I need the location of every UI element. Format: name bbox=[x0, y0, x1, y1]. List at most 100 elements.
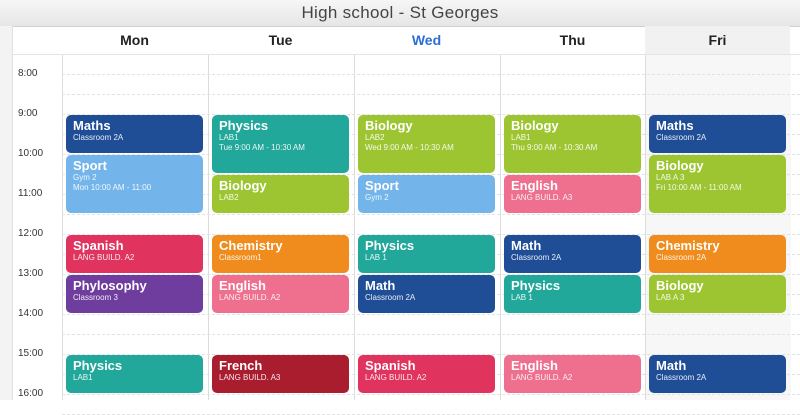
event-title: Physics bbox=[511, 278, 561, 293]
event-location: Classroom 3 bbox=[73, 293, 118, 302]
event-block[interactable]: Chemistry Classroom1 bbox=[212, 235, 349, 273]
event-block[interactable]: Biology LAB A 3 Fri 10:00 AM - 11:00 AM bbox=[649, 155, 786, 213]
event-title: Math bbox=[365, 278, 396, 293]
day-header-mon[interactable]: Mon bbox=[62, 26, 207, 54]
event-block[interactable]: English LANG BUILD. A3 bbox=[504, 175, 641, 213]
event-block[interactable]: Biology LAB2 bbox=[212, 175, 349, 213]
event-block[interactable]: Maths Classroom 2A bbox=[66, 115, 203, 153]
day-column bbox=[645, 54, 791, 400]
event-time-range: Mon 10:00 AM - 11:00 bbox=[73, 183, 152, 192]
event-title: Physics bbox=[219, 118, 269, 133]
day-header-tue[interactable]: Tue bbox=[208, 26, 353, 54]
hour-gridline bbox=[62, 394, 800, 395]
time-label: 10:00 bbox=[18, 148, 44, 159]
event-block[interactable]: Sport Gym 2 bbox=[358, 175, 495, 213]
event-title: Math bbox=[511, 238, 542, 253]
event-time-range: Wed 9:00 AM - 10:30 AM bbox=[365, 143, 454, 152]
window-title: High school - St Georges bbox=[301, 3, 499, 22]
event-block[interactable]: Chemistry Classroom 2A bbox=[649, 235, 786, 273]
event-block[interactable]: English LANG BUILD. A2 bbox=[212, 275, 349, 313]
event-block[interactable]: Spanish LANG BUILD. A2 bbox=[66, 235, 203, 273]
hour-gridline bbox=[62, 314, 800, 315]
event-title: Biology bbox=[656, 158, 704, 173]
event-time-range: Fri 10:00 AM - 11:00 AM bbox=[656, 183, 742, 192]
event-block[interactable]: Physics LAB 1 bbox=[504, 275, 641, 313]
event-location: LAB A 3 bbox=[656, 293, 685, 302]
event-block[interactable]: Sport Gym 2 Mon 10:00 AM - 11:00 bbox=[66, 155, 203, 213]
event-title: Sport bbox=[365, 178, 399, 193]
event-title: Biology bbox=[365, 118, 413, 133]
event-location: Gym 2 bbox=[73, 173, 97, 182]
day-column bbox=[62, 54, 208, 400]
event-block[interactable]: Phylosophy Classroom 3 bbox=[66, 275, 203, 313]
event-location: LANG BUILD. A2 bbox=[219, 293, 281, 302]
event-block[interactable]: Math Classroom 2A bbox=[649, 355, 786, 393]
event-title: Maths bbox=[656, 118, 694, 133]
day-header-thu[interactable]: Thu bbox=[500, 26, 645, 54]
header-divider bbox=[12, 54, 800, 55]
event-location: LAB 1 bbox=[511, 293, 533, 302]
day-column bbox=[354, 54, 500, 400]
event-location: Classroom 2A bbox=[511, 253, 562, 262]
event-block[interactable]: Biology LAB2 Wed 9:00 AM - 10:30 AM bbox=[358, 115, 495, 173]
event-location: LANG BUILD. A2 bbox=[365, 373, 427, 382]
event-time-range: Thu 9:00 AM - 10:30 AM bbox=[511, 143, 598, 152]
event-title: Chemistry bbox=[219, 238, 283, 253]
hour-gridline bbox=[62, 74, 800, 75]
half-hour-gridline bbox=[62, 334, 800, 335]
day-header-fri[interactable]: Fri bbox=[645, 26, 790, 54]
event-title: French bbox=[219, 358, 263, 373]
event-title: Sport bbox=[73, 158, 107, 173]
event-block[interactable]: Math Classroom 2A bbox=[358, 275, 495, 313]
time-label: 12:00 bbox=[18, 228, 44, 239]
event-title: English bbox=[219, 278, 266, 293]
day-column bbox=[208, 54, 354, 400]
half-hour-gridline bbox=[62, 94, 800, 95]
event-location: LAB1 bbox=[219, 133, 239, 142]
event-title: Chemistry bbox=[656, 238, 720, 253]
day-header-wed[interactable]: Wed bbox=[354, 26, 499, 54]
event-title: English bbox=[511, 358, 558, 373]
event-block[interactable]: Physics LAB1 bbox=[66, 355, 203, 393]
event-title: Maths bbox=[73, 118, 111, 133]
event-title: Physics bbox=[365, 238, 415, 253]
time-label: 11:00 bbox=[18, 188, 43, 199]
time-label: 15:00 bbox=[18, 348, 44, 359]
event-location: Gym 2 bbox=[365, 193, 389, 202]
event-location: LAB2 bbox=[365, 133, 385, 142]
event-block[interactable]: Maths Classroom 2A bbox=[649, 115, 786, 153]
time-label: 14:00 bbox=[18, 308, 44, 319]
event-location: LANG BUILD. A2 bbox=[73, 253, 135, 262]
event-location: Classroom 2A bbox=[656, 373, 707, 382]
event-block[interactable]: Physics LAB 1 bbox=[358, 235, 495, 273]
time-label: 8:00 bbox=[18, 68, 38, 79]
event-location: LAB1 bbox=[73, 373, 93, 382]
event-block[interactable]: Spanish LANG BUILD. A2 bbox=[358, 355, 495, 393]
event-location: Classroom 2A bbox=[73, 133, 124, 142]
time-label: 16:00 bbox=[18, 388, 44, 399]
event-location: LAB A 3 bbox=[656, 173, 685, 182]
day-column bbox=[500, 54, 646, 400]
window-titlebar: High school - St Georges bbox=[0, 0, 800, 27]
event-block[interactable]: Math Classroom 2A bbox=[504, 235, 641, 273]
event-location: Classroom 2A bbox=[656, 253, 707, 262]
event-location: LANG BUILD. A2 bbox=[511, 373, 573, 382]
event-block[interactable]: Physics LAB1 Tue 9:00 AM - 10:30 AM bbox=[212, 115, 349, 173]
event-block[interactable]: French LANG BUILD. A3 bbox=[212, 355, 349, 393]
event-title: English bbox=[511, 178, 558, 193]
event-block[interactable]: Biology LAB1 Thu 9:00 AM - 10:30 AM bbox=[504, 115, 641, 173]
event-location: Classroom 2A bbox=[656, 133, 707, 142]
event-title: Phylosophy bbox=[73, 278, 147, 293]
event-location: LAB1 bbox=[511, 133, 531, 142]
event-title: Biology bbox=[656, 278, 704, 293]
event-title: Physics bbox=[73, 358, 123, 373]
event-title: Biology bbox=[219, 178, 267, 193]
time-label: 13:00 bbox=[18, 268, 44, 279]
event-block[interactable]: English LANG BUILD. A2 bbox=[504, 355, 641, 393]
event-location: LANG BUILD. A3 bbox=[219, 373, 281, 382]
event-location: Classroom 2A bbox=[365, 293, 416, 302]
event-title: Math bbox=[656, 358, 687, 373]
event-location: LAB2 bbox=[219, 193, 239, 202]
event-block[interactable]: Biology LAB A 3 bbox=[649, 275, 786, 313]
event-location: Classroom1 bbox=[219, 253, 262, 262]
